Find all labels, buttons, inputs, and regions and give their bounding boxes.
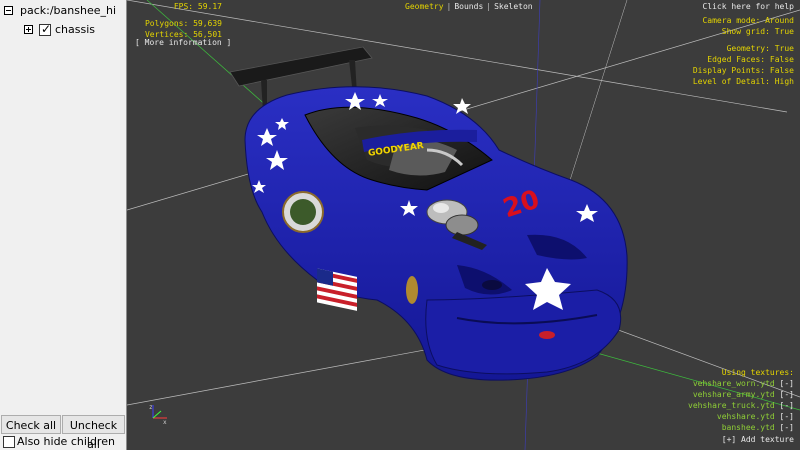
geometry-setting[interactable]: Geometry: True	[693, 43, 794, 54]
texture-name: vehshare_army.ytd	[692, 390, 775, 399]
texture-item: vehshare.ytd [-]	[688, 411, 794, 422]
tab-skeleton[interactable]: Skeleton	[494, 2, 533, 11]
collapse-icon[interactable]	[4, 6, 13, 15]
texture-item: vehshare_worn.ytd [-]	[688, 378, 794, 389]
view-mode-tabs: Geometry | Bounds | Skeleton	[405, 1, 533, 12]
show-grid-setting[interactable]: Show grid: True	[693, 26, 794, 37]
texture-name: vehshare.ytd	[716, 412, 775, 421]
texture-item: vehshare_truck.ytd [-]	[688, 400, 794, 411]
tree-button-bar: Check all Uncheck all	[0, 412, 126, 450]
textures-list: Using textures: vehshare_worn.ytd [-] ve…	[688, 367, 794, 433]
chassis-visibility-checkbox[interactable]: ✓	[39, 22, 52, 36]
checkmark-icon: ✓	[41, 22, 52, 36]
display-points-setting[interactable]: Display Points: False	[693, 65, 794, 76]
texture-name: vehshare_worn.ytd	[692, 379, 775, 388]
remove-texture-button[interactable]: [-]	[780, 401, 794, 410]
hide-children-option[interactable]: Also hide children	[0, 435, 126, 450]
check-all-button[interactable]: Check all	[1, 415, 61, 434]
axis-x-label: x	[163, 419, 167, 426]
remove-texture-button[interactable]: [-]	[780, 412, 794, 421]
viewport-settings: Camera mode: Around Show grid: True Geom…	[693, 15, 794, 87]
camera-mode-setting[interactable]: Camera mode: Around	[693, 15, 794, 26]
hide-children-checkbox[interactable]	[3, 436, 15, 448]
tab-separator: |	[446, 2, 452, 11]
fps-readout: FPS: 59.17	[173, 2, 222, 11]
texture-name: vehshare_truck.ytd	[688, 401, 775, 410]
textures-header: Using textures:	[721, 368, 794, 377]
edged-faces-setting[interactable]: Edged Faces: False	[693, 54, 794, 65]
remove-texture-button[interactable]: [-]	[780, 423, 794, 432]
add-texture-button[interactable]: [+] Add texture	[722, 434, 794, 445]
uncheck-all-button[interactable]: Uncheck all	[62, 415, 125, 450]
level-of-detail-setting[interactable]: Level of Detail: High	[693, 76, 794, 87]
polygons-readout: Polygons: 59,639	[144, 19, 222, 28]
render-stats: FPS: 59.17 Polygons: 59,639 Vertices: 56…	[127, 1, 222, 40]
remove-texture-button[interactable]: [-]	[780, 390, 794, 399]
car-model: GOODYEAR 20	[229, 46, 628, 381]
object-tree-panel: pack:/banshee_hi ✓ chassis Check all Unc…	[0, 0, 127, 450]
tree-node-root-label[interactable]: pack:/banshee_hi	[20, 3, 116, 19]
axis-gizmo: z x	[149, 404, 167, 426]
texture-item: banshee.ytd [-]	[688, 422, 794, 433]
tree-node-chassis-label[interactable]: chassis	[55, 22, 95, 38]
help-link[interactable]: Click here for help	[702, 1, 794, 12]
axis-z-label: z	[149, 404, 153, 411]
remove-texture-button[interactable]: [-]	[780, 379, 794, 388]
tab-bounds[interactable]: Bounds	[454, 2, 483, 11]
expand-icon[interactable]	[24, 25, 33, 34]
tab-separator: |	[486, 2, 492, 11]
hide-children-label[interactable]: Also hide children	[17, 435, 115, 449]
texture-name: banshee.ytd	[721, 423, 775, 432]
tab-geometry[interactable]: Geometry	[405, 2, 444, 11]
object-tree: pack:/banshee_hi ✓ chassis	[0, 0, 126, 412]
3d-viewport[interactable]: GOODYEAR 20 z x FPS: 59.17 Polygons: 59,…	[127, 0, 800, 450]
more-information-link[interactable]: [ More information ]	[135, 37, 231, 48]
texture-item: vehshare_army.ytd [-]	[688, 389, 794, 400]
